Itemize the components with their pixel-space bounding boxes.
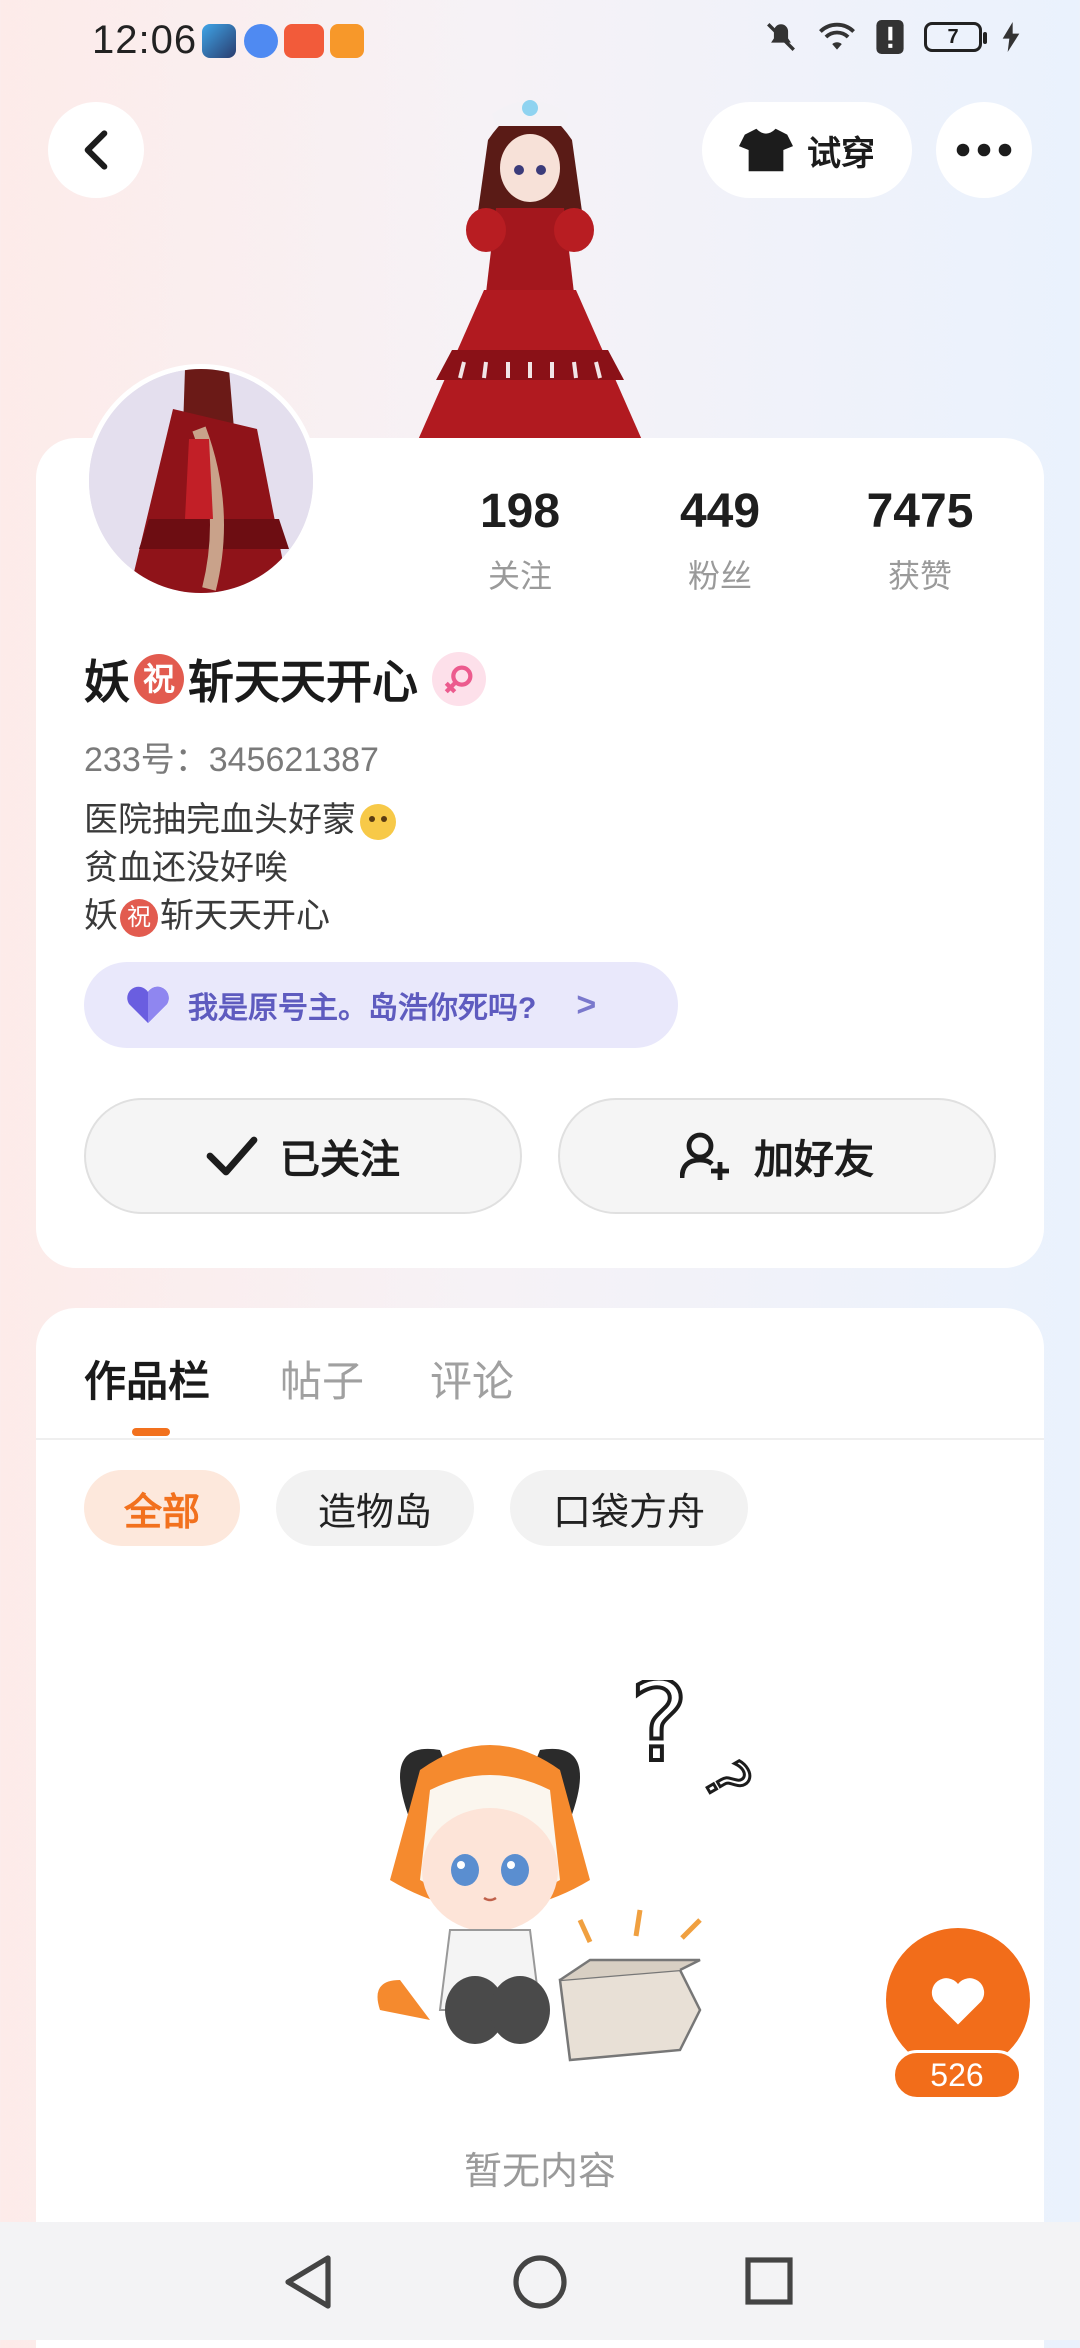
bio-emoji-badge: 祝 [120, 899, 158, 938]
alert-icon [876, 20, 904, 54]
nav-home-icon[interactable] [512, 2254, 568, 2310]
tab-posts[interactable]: 帖子 [280, 1348, 364, 1409]
bio-line-1: 医院抽完血头好蒙 [84, 801, 356, 839]
svg-text:?: ? [630, 1680, 688, 1786]
user-id: 233号：345621387 [84, 741, 379, 779]
claim-account-banner[interactable]: 我是原号主。岛浩你死吗? > [84, 962, 678, 1048]
tshirt-icon [739, 128, 793, 172]
back-button[interactable] [48, 102, 144, 198]
character-avatar-illustration [418, 100, 642, 440]
nickname-emoji-badge: 祝 [134, 654, 184, 704]
chevron-right-icon: > [576, 985, 597, 1024]
battery-icon: 7 [924, 22, 987, 52]
heart-icon [127, 986, 169, 1023]
tab-works[interactable]: 作品栏 [84, 1348, 210, 1409]
stat-likes-count: 7475 [866, 485, 974, 538]
nav-recents-icon[interactable] [744, 2256, 794, 2306]
stat-following-label: 关注 [487, 558, 552, 594]
filter-chip-creation-island[interactable]: 造物岛 [276, 1470, 474, 1546]
bio: 医院抽完血头好蒙 贫血还没好唉 妖祝斩天天开心 [84, 796, 396, 940]
nickname-part2: 斩天天开心 [188, 656, 418, 708]
claim-text: 我是原号主。岛浩你死吗? [188, 992, 537, 1025]
add-friend-label: 加好友 [754, 1138, 874, 1182]
gender-badge [432, 652, 486, 706]
add-friend-button[interactable]: 加好友 [558, 1098, 996, 1214]
nickname: 妖 祝 斩天天开心 [84, 646, 486, 712]
empty-state-text: 暂无内容 [463, 2151, 616, 2193]
tab-divider [36, 1438, 1044, 1440]
status-time: 12:06 [92, 18, 198, 62]
video-app-icon [330, 24, 364, 58]
crying-face-icon [360, 804, 396, 841]
stat-likes[interactable]: 7475 获赞 [820, 484, 1020, 597]
status-icons: 7 [764, 20, 1020, 54]
add-friend-icon [680, 1132, 729, 1180]
female-icon [444, 665, 473, 694]
stat-following-count: 198 [479, 485, 561, 538]
nav-back-icon[interactable] [282, 2254, 336, 2310]
empty-state-illustration: ? ? [377, 1680, 766, 2062]
stat-followers-label: 粉丝 [687, 558, 752, 594]
stat-followers[interactable]: 449 粉丝 [620, 484, 820, 597]
status-bar: 12:06 7 [0, 0, 1080, 84]
xiaomi-store-icon [284, 24, 324, 58]
followed-label: 已关注 [280, 1138, 400, 1182]
music-app-icon [244, 24, 278, 58]
chevron-left-icon [84, 130, 108, 170]
nickname-part1: 妖 [84, 656, 130, 708]
try-on-button[interactable]: 试穿 [702, 102, 912, 198]
stat-likes-label: 获赞 [887, 558, 952, 594]
followed-button[interactable]: 已关注 [84, 1098, 522, 1214]
bio-line-3-part2: 斩天天开心 [160, 897, 330, 935]
like-count: 526 [892, 2050, 1022, 2100]
more-button[interactable] [936, 102, 1032, 198]
heart-icon [931, 1978, 985, 2025]
avatar-image [89, 369, 313, 593]
check-icon [206, 1136, 258, 1176]
mute-icon [767, 23, 795, 51]
filter-chip-pocket-ark[interactable]: 口袋方舟 [510, 1470, 748, 1546]
stat-following[interactable]: 198 关注 [420, 484, 620, 597]
wifi-icon [819, 22, 855, 50]
svg-text:?: ? [688, 1750, 765, 1813]
bio-line-3-part1: 妖 [84, 897, 118, 935]
tab-comments[interactable]: 评论 [430, 1348, 514, 1409]
system-nav-bar [0, 2222, 1080, 2340]
active-tab-indicator [132, 1428, 170, 1436]
profile-stats: 198 关注 449 粉丝 7475 获赞 [420, 484, 1020, 597]
game-app-icon [202, 24, 236, 58]
bio-line-2: 贫血还没好唉 [84, 849, 288, 887]
try-on-label: 试穿 [807, 134, 875, 173]
more-dots-icon [956, 143, 1012, 157]
charging-icon [1002, 22, 1020, 52]
filter-chip-all[interactable]: 全部 [84, 1470, 240, 1546]
stat-followers-count: 449 [679, 485, 761, 538]
avatar[interactable] [84, 364, 318, 598]
